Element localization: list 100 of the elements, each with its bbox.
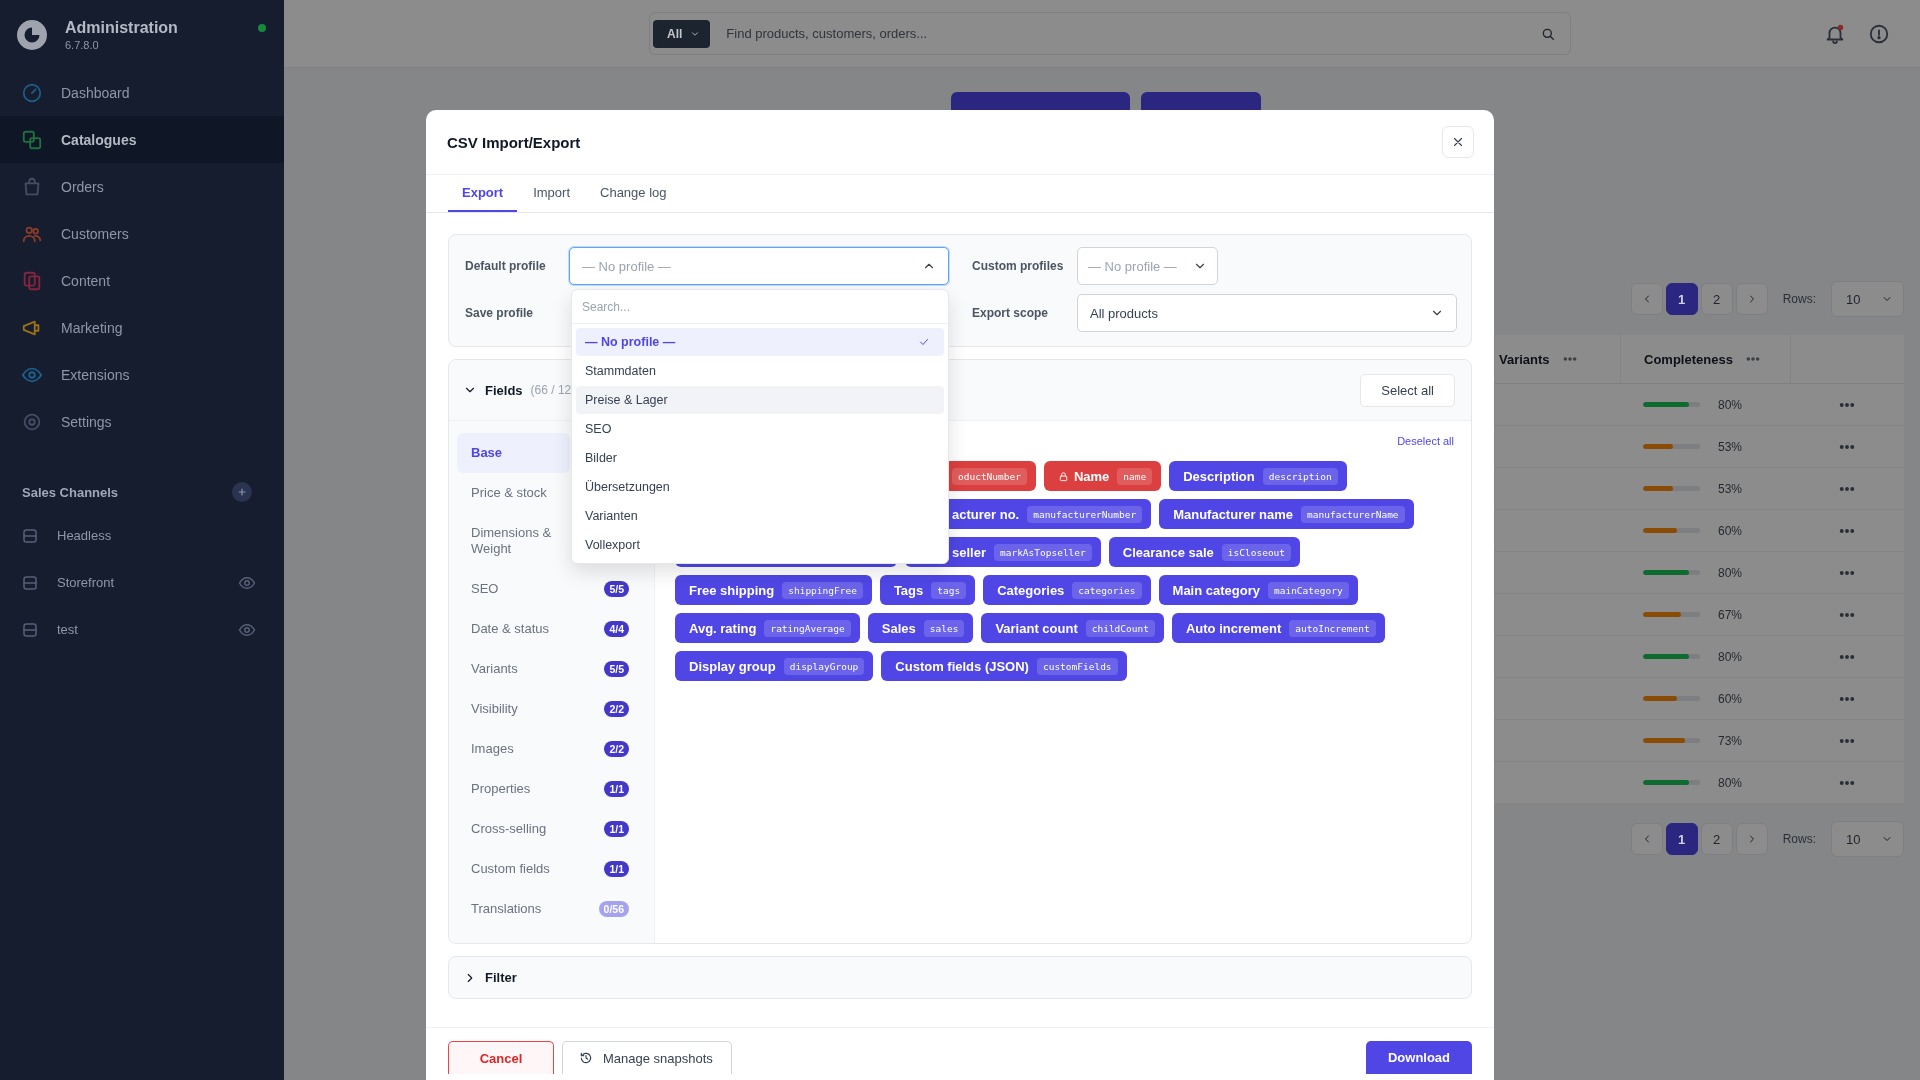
nav-item[interactable]: Extensions: [0, 351, 284, 398]
group-item[interactable]: Properties 1/1: [457, 769, 646, 809]
percent-text: 53%: [1718, 481, 1743, 496]
code-tag: oductNumber: [952, 467, 1027, 485]
group-item[interactable]: Cross-selling 1/1: [457, 809, 646, 849]
field-label: Custom profiles: [972, 259, 1065, 273]
deselect-all-link[interactable]: Deselect all: [1397, 435, 1454, 450]
add-button[interactable]: [232, 482, 252, 502]
field-chip[interactable]: Main category mainCategory: [1158, 575, 1358, 605]
field-chip[interactable]: Free shipping shippingFree: [675, 575, 872, 605]
field-chip[interactable]: Categories categories: [983, 575, 1151, 605]
rows-label: Rows:: [1782, 832, 1816, 846]
page-number[interactable]: 2: [1700, 283, 1733, 315]
field-chip[interactable]: Auto increment autoIncrement: [1171, 613, 1385, 643]
group-item[interactable]: Variants 5/5: [457, 649, 646, 689]
count-badge: 2/2: [604, 701, 629, 717]
field-chip[interactable]: Tags tags: [879, 575, 976, 605]
section-toggle[interactable]: Fields: [463, 382, 523, 398]
dialog-title: CSV Import/Export: [447, 133, 581, 151]
section-toggle[interactable]: Filter: [463, 970, 517, 985]
group-item[interactable]: Base: [457, 433, 570, 473]
rows-select[interactable]: 10: [1831, 281, 1904, 317]
code-tag: tags: [931, 581, 967, 599]
percent-text: 73%: [1718, 733, 1743, 748]
rows-label: Rows:: [1782, 292, 1816, 306]
code-tag: shippingFree: [782, 581, 863, 599]
group-item[interactable]: Date & status 4/4: [457, 609, 646, 649]
column-header: Variants: [1499, 351, 1550, 367]
field-chip[interactable]: Avg. rating ratingAverage: [675, 613, 860, 643]
nav-item[interactable]: Dashboard: [0, 69, 284, 116]
progress-bar: [1643, 696, 1700, 701]
field-chip[interactable]: Custom fields (JSON) customFields: [881, 651, 1127, 681]
page-number[interactable]: 1: [1665, 283, 1698, 315]
dropdown-option[interactable]: Preise & Lager: [576, 386, 944, 414]
field-chip[interactable]: Display group displayGroup: [675, 651, 874, 681]
cancel-button[interactable]: Cancel: [448, 1041, 554, 1074]
page-number[interactable]: 1: [1665, 823, 1698, 855]
code-tag: manufacturerName: [1301, 505, 1405, 523]
rows-select[interactable]: 10: [1831, 821, 1904, 857]
count-badge: 0/56: [598, 901, 629, 917]
count-badge: 1/1: [604, 821, 629, 837]
field-chip[interactable]: Clearance sale isCloseout: [1108, 537, 1301, 567]
page-number[interactable]: 2: [1700, 823, 1733, 855]
field-chip[interactable]: Manufacturer name manufacturerName: [1159, 499, 1414, 529]
dropdown-option[interactable]: — No profile —: [576, 328, 944, 356]
sales-channel-item[interactable]: test: [21, 620, 238, 639]
dropdown-option[interactable]: Bilder: [576, 444, 944, 472]
group-item[interactable]: Dimensions & Weight: [457, 513, 570, 569]
percent-text: 80%: [1718, 565, 1743, 580]
group-item[interactable]: Visibility 2/2: [457, 689, 646, 729]
code-tag: displayGroup: [783, 657, 865, 675]
select-all-button[interactable]: Select all: [1360, 373, 1455, 407]
code-tag: ratingAverage: [764, 619, 851, 637]
code-tag: mainCategory: [1268, 581, 1349, 599]
tab[interactable]: Change log: [586, 175, 681, 212]
field-chip[interactable]: Sales sales: [867, 613, 974, 643]
nav-item[interactable]: Settings: [0, 398, 284, 445]
dropdown-option[interactable]: Übersetzungen: [576, 473, 944, 501]
percent-text: 60%: [1718, 691, 1743, 706]
search-field[interactable]: All Find products, customers, orders...: [649, 12, 1571, 55]
field-label: Save profile: [465, 306, 535, 320]
scope-button[interactable]: All: [653, 19, 711, 48]
count-badge: 1/1: [604, 861, 629, 877]
progress-bar: [1643, 654, 1700, 659]
code-tag: sales: [923, 619, 965, 637]
field-chip[interactable]: Name name: [1043, 461, 1162, 491]
field-chip[interactable]: Variant count childCount: [981, 613, 1164, 643]
group-item[interactable]: Custom fields 1/1: [457, 849, 646, 889]
sales-channel-item[interactable]: Headless: [21, 526, 256, 545]
field-chip[interactable]: Description description: [1169, 461, 1347, 491]
nav-item[interactable]: Customers: [0, 210, 284, 257]
group-item[interactable]: Translations 0/56: [457, 889, 646, 929]
search-field[interactable]: Search...: [572, 290, 948, 324]
progress-bar: [1643, 738, 1700, 743]
square-icon: [21, 620, 39, 639]
tab[interactable]: Export: [448, 175, 518, 212]
nav-item[interactable]: Content: [0, 257, 284, 304]
nav-item[interactable]: Marketing: [0, 304, 284, 351]
snapshots-button[interactable]: Manage snapshots: [562, 1041, 732, 1074]
group-item[interactable]: Price & stock: [457, 473, 570, 513]
tab[interactable]: Import: [519, 175, 584, 212]
dropdown-option[interactable]: SEO: [576, 415, 944, 443]
help-icon[interactable]: [1868, 22, 1890, 45]
download-button[interactable]: Download: [1366, 1041, 1472, 1074]
scope-select[interactable]: All products: [1077, 294, 1457, 332]
dropdown-option[interactable]: Varianten: [576, 502, 944, 530]
count-badge: 4/4: [604, 621, 629, 637]
sales-channel-item[interactable]: Storefront: [21, 573, 238, 592]
code-tag: markAsTopseller: [994, 543, 1092, 561]
nav-item[interactable]: Orders: [0, 163, 284, 210]
code-tag: name: [1117, 467, 1153, 485]
group-item[interactable]: SEO 5/5: [457, 569, 646, 609]
progress-bar: [1643, 612, 1700, 617]
square-icon: [21, 573, 39, 592]
nav-item[interactable]: Catalogues: [0, 116, 284, 163]
group-item[interactable]: Images 2/2: [457, 729, 646, 769]
progress-bar: [1643, 486, 1700, 491]
code-tag: categories: [1072, 581, 1142, 599]
bell-icon[interactable]: [1824, 22, 1846, 45]
dropdown-option[interactable]: Stammdaten: [576, 357, 944, 385]
